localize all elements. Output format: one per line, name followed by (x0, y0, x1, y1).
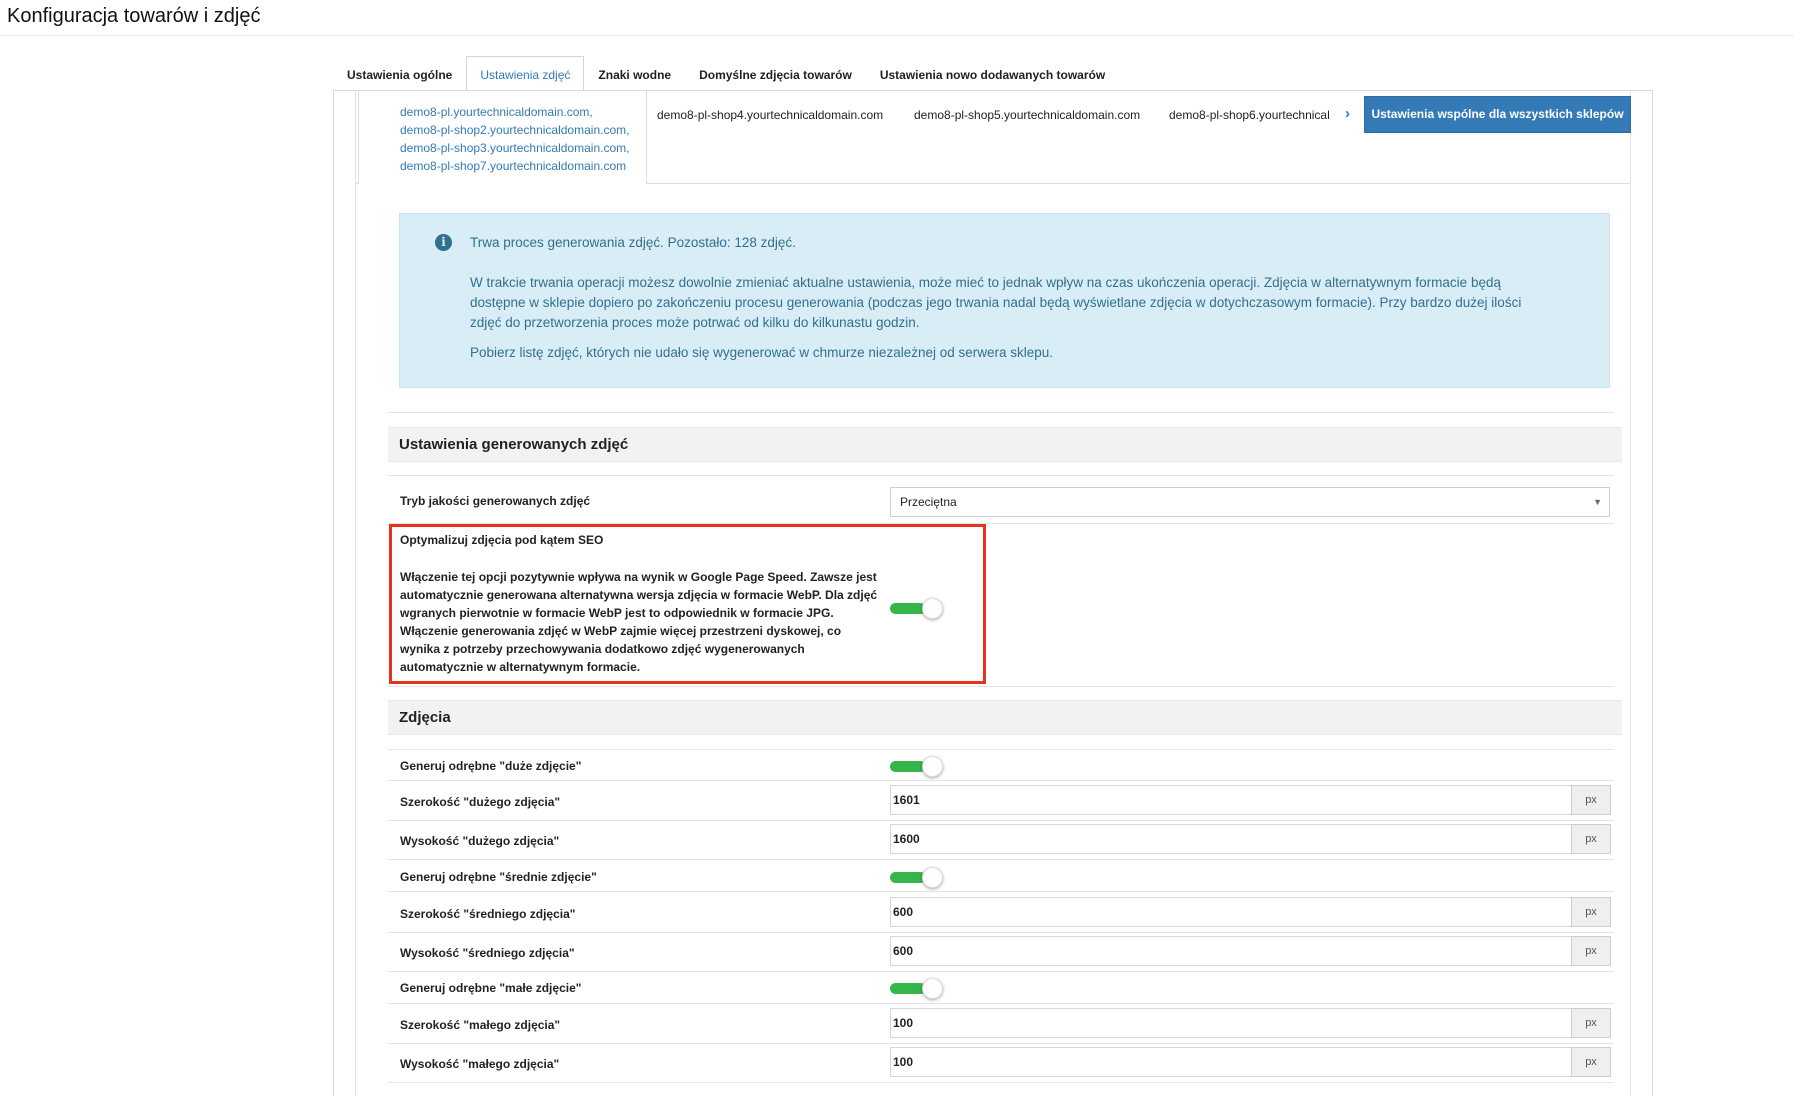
large-photo-toggle-label: Generuj odrębne "duże zdjęcie" (400, 759, 582, 773)
divider (388, 412, 1614, 413)
medium-photo-height-input[interactable]: 600 (890, 936, 1571, 966)
toggle-track (890, 603, 926, 614)
medium-photo-toggle-label: Generuj odrębne "średnie zdjęcie" (400, 870, 597, 884)
seo-toggle[interactable] (890, 597, 946, 619)
seo-option-title: Optymalizuj zdjęcia pod kątem SEO (400, 533, 604, 547)
large-photo-width-input[interactable]: 1601 (890, 785, 1571, 815)
toggle-track (890, 761, 926, 772)
divider (388, 1003, 1614, 1004)
quality-selected-value: Przeciętna (900, 495, 957, 509)
large-photo-height-label: Wysokość "dużego zdjęcia" (400, 834, 560, 848)
medium-photo-width-input[interactable]: 600 (890, 897, 1571, 927)
toggle-knob (922, 867, 943, 888)
px-unit-addon: px (1571, 1047, 1611, 1077)
toggle-knob (922, 598, 943, 619)
quality-label: Tryb jakości generowanych zdjęć (400, 494, 591, 508)
divider (388, 932, 1614, 933)
divider (388, 780, 1614, 781)
divider (388, 891, 1614, 892)
alert-body-line: dostępne w sklepie dopiero po zakończeni… (470, 295, 1522, 310)
toggle-knob (922, 978, 943, 999)
tab-photo-settings[interactable]: Ustawienia zdjęć (466, 56, 585, 92)
main-tabs: Ustawienia ogólne Ustawienia zdjęć Znaki… (333, 56, 1119, 92)
large-photo-toggle[interactable] (890, 755, 946, 777)
seo-option-description: Włączenie tej opcji pozytywnie wpływa na… (400, 570, 878, 674)
large-photo-width-label: Szerokość "dużego zdjęcia" (400, 795, 561, 809)
px-unit-addon: px (1571, 936, 1611, 966)
tab-watermarks[interactable]: Znaki wodne (584, 56, 685, 91)
toggle-track (890, 983, 926, 994)
small-photo-toggle[interactable] (890, 977, 946, 999)
medium-photo-width-label: Szerokość "średniego zdjęcia" (400, 907, 576, 921)
shop-tab-active-group[interactable]: demo8-pl.yourtechnicaldomain.com, demo8-… (358, 90, 647, 184)
small-photo-height-input[interactable]: 100 (890, 1047, 1571, 1077)
divider (388, 1043, 1614, 1044)
page-title: Konfiguracja towarów i zdjęć (7, 5, 261, 27)
small-photo-width-label: Szerokość "małego zdjęcia" (400, 1018, 561, 1032)
divider (388, 686, 1614, 687)
caret-down-icon: ▼ (1593, 497, 1602, 507)
alert-body-line: W trakcie trwania operacji możesz dowoln… (470, 275, 1501, 290)
quality-select[interactable]: Przeciętna ▼ (890, 487, 1610, 517)
px-unit-addon: px (1571, 897, 1611, 927)
divider (388, 475, 1614, 476)
small-photo-width-input[interactable]: 100 (890, 1008, 1571, 1038)
shop-domain: demo8-pl-shop2.yourtechnicaldomain.com, (400, 123, 630, 137)
alert-heading: Trwa proces generowania zdjęć. Pozostało… (470, 235, 796, 250)
title-divider (0, 35, 1794, 36)
divider (388, 1082, 1614, 1083)
px-unit-addon: px (1571, 824, 1611, 854)
px-unit-addon: px (1571, 1008, 1611, 1038)
shop-domain: demo8-pl-shop3.yourtechnicaldomain.com, (400, 141, 630, 155)
alert-body-line: zdjęć do przetworzenia proces może potrw… (470, 315, 920, 330)
info-icon: i (435, 234, 452, 251)
shop-tabs: ‹ demo8-pl.yourtechnicaldomain.com, demo… (356, 90, 1631, 184)
shop-tab-shop5[interactable]: demo8-pl-shop5.yourtechnicaldomain.com (914, 108, 1140, 122)
medium-photo-height-label: Wysokość "średniego zdjęcia" (400, 946, 575, 960)
divider (388, 820, 1614, 821)
small-photo-height-label: Wysokość "małego zdjęcia" (400, 1057, 560, 1071)
toggle-track (890, 872, 926, 883)
divider (388, 749, 1614, 750)
common-settings-button[interactable]: Ustawienia wspólne dla wszystkich sklepó… (1364, 96, 1631, 133)
divider (388, 859, 1614, 860)
tab-new-product-settings[interactable]: Ustawienia nowo dodawanych towarów (866, 56, 1119, 91)
section-generated-photos: Ustawienia generowanych zdjęć (388, 427, 1622, 462)
large-photo-height-input[interactable]: 1600 (890, 824, 1571, 854)
toggle-knob (922, 756, 943, 777)
tab-default-product-photos[interactable]: Domyślne zdjęcia towarów (685, 56, 866, 91)
section-photos: Zdjęcia (388, 700, 1622, 735)
chevron-right-icon[interactable]: › (1345, 105, 1350, 122)
px-unit-addon: px (1571, 785, 1611, 815)
divider (388, 971, 1614, 972)
shop-domain: demo8-pl-shop7.yourtechnicaldomain.com (400, 159, 627, 173)
tab-general-settings[interactable]: Ustawienia ogólne (333, 56, 466, 91)
info-alert: i Trwa proces generowania zdjęć. Pozosta… (399, 213, 1610, 388)
small-photo-toggle-label: Generuj odrębne "małe zdjęcie" (400, 981, 582, 995)
failed-photos-link[interactable]: Pobierz listę zdjęć, których nie udało s… (470, 345, 1053, 360)
medium-photo-toggle[interactable] (890, 866, 946, 888)
shop-tab-shop4[interactable]: demo8-pl-shop4.yourtechnicaldomain.com (657, 108, 883, 122)
shop-tab-shop6[interactable]: demo8-pl-shop6.yourtechnical (1169, 108, 1330, 122)
shop-domain: demo8-pl.yourtechnicaldomain.com, (400, 105, 593, 119)
